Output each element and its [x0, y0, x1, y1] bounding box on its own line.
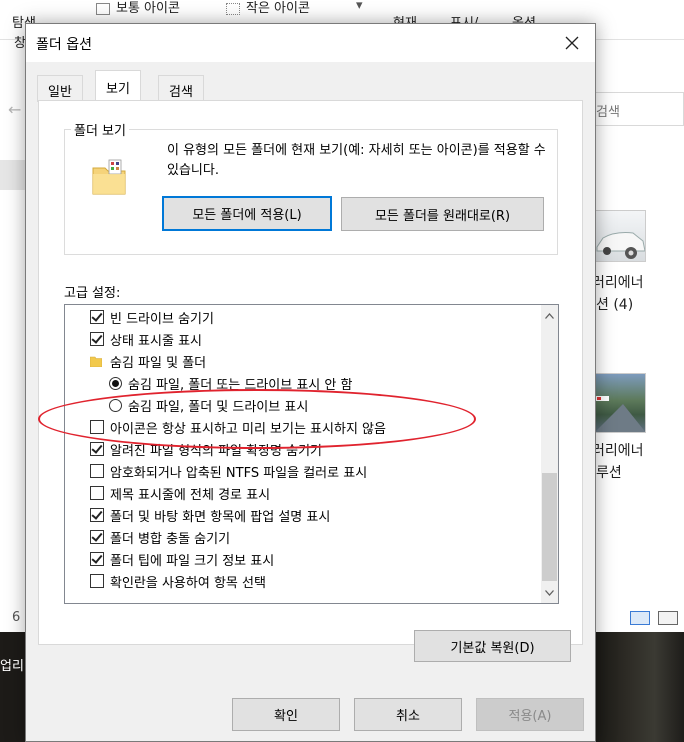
checkbox[interactable] — [90, 420, 104, 434]
taskbar-left — [0, 632, 26, 742]
dialog-titlebar[interactable]: 폴더 옵션 — [26, 24, 595, 62]
desktop-wallpaper-strip — [596, 632, 684, 742]
file1-name-line1[interactable]: 러리에너 — [592, 272, 644, 292]
normal-icons-label: 보통 아이콘 — [116, 1, 180, 16]
setting-show-status-bar[interactable]: 상태 표시줄 표시 — [90, 328, 202, 350]
advanced-settings-label: 고급 설정: — [64, 286, 121, 301]
small-icons-icon — [226, 2, 240, 15]
folder-view-icon — [92, 159, 126, 195]
tab-view-label: 보기 — [106, 82, 130, 97]
checkbox[interactable] — [90, 508, 104, 522]
checkbox[interactable] — [90, 310, 104, 324]
normal-icons-option[interactable]: 보통 아이콘 — [96, 0, 180, 16]
small-icons-option[interactable]: 작은 아이콘 — [226, 0, 310, 16]
checkbox[interactable] — [90, 574, 104, 588]
setting-hide-extensions[interactable]: 알려진 파일 형식의 파일 확장명 숨기기 — [90, 438, 322, 460]
setting-label: 상태 표시줄 표시 — [110, 333, 202, 349]
folder-options-dialog: 폴더 옵션 일반 보기 검색 폴더 보기 이 유형의 모든 폴더에 현재 보기(… — [25, 23, 596, 742]
file1-name-line2[interactable]: 션 (4) — [596, 294, 633, 314]
nav-pane-selection — [0, 160, 26, 190]
explorer-search-box[interactable]: 검색 — [583, 92, 684, 126]
setting-hidden-show[interactable]: 숨김 파일, 폴더 및 드라이브 표시 — [109, 394, 308, 416]
file-thumbnail-road[interactable] — [592, 373, 646, 433]
checkbox[interactable] — [90, 530, 104, 544]
tab-general-label: 일반 — [48, 85, 72, 100]
tab-general[interactable]: 일반 — [37, 75, 83, 102]
radio-button[interactable] — [109, 398, 122, 412]
scroll-up-icon[interactable] — [541, 307, 558, 324]
upload-label: 업리 — [0, 659, 24, 674]
setting-full-path-title[interactable]: 제목 표시줄에 전체 경로 표시 — [90, 482, 270, 504]
checkbox[interactable] — [90, 486, 104, 500]
setting-folder-tips-size[interactable]: 폴더 팁에 파일 크기 정보 표시 — [90, 548, 274, 570]
setting-label: 폴더 병합 충돌 숨기기 — [110, 531, 231, 547]
checkbox[interactable] — [90, 552, 104, 566]
setting-color-ntfs[interactable]: 암호화되거나 압축된 NTFS 파일을 컬러로 표시 — [90, 460, 367, 482]
setting-label: 암호화되거나 압축된 NTFS 파일을 컬러로 표시 — [110, 465, 368, 481]
setting-label: 알려진 파일 형식의 파일 확장명 숨기기 — [110, 443, 323, 459]
checkbox[interactable] — [90, 464, 104, 478]
setting-label: 숨김 파일 및 폴더 — [110, 355, 207, 371]
normal-icons-icon — [96, 2, 110, 15]
setting-popup-descriptions[interactable]: 폴더 및 바탕 화면 항목에 팝업 설명 표시 — [90, 504, 330, 526]
folder-icon — [90, 356, 102, 367]
folder-view-description: 이 유형의 모든 폴더에 현재 보기(예: 자세히 또는 아이콘)를 적용할 수… — [167, 143, 546, 178]
setting-hide-merge-conflicts[interactable]: 폴더 병합 충돌 숨기기 — [90, 526, 230, 548]
close-button[interactable] — [549, 24, 595, 62]
setting-label: 폴더 및 바탕 화면 항목에 팝업 설명 표시 — [110, 509, 331, 525]
setting-use-checkboxes[interactable]: 확인란을 사용하여 항목 선택 — [90, 570, 266, 592]
dialog-title: 폴더 옵션 — [36, 37, 92, 53]
small-icons-label: 작은 아이콘 — [246, 1, 310, 16]
tab-search-label: 검색 — [169, 85, 193, 100]
checkbox[interactable] — [90, 332, 104, 346]
restore-defaults-button[interactable]: 기본값 복원(D) — [414, 630, 571, 662]
setting-label: 빈 드라이브 숨기기 — [110, 311, 214, 327]
large-icons-view-icon[interactable] — [658, 611, 678, 625]
layout-dropdown-icon[interactable]: ▾ — [356, 0, 363, 13]
tab-search[interactable]: 검색 — [158, 75, 204, 102]
apply-button[interactable]: 적용(A) — [476, 698, 584, 731]
setting-label: 폴더 팁에 파일 크기 정보 표시 — [110, 553, 275, 569]
view-tab-panel: 폴더 보기 이 유형의 모든 폴더에 현재 보기(예: 자세히 또는 아이콘)를… — [38, 100, 583, 662]
file2-name-line2[interactable]: 루션 — [596, 462, 622, 482]
file2-name-line1[interactable]: 러리에너 — [592, 440, 644, 460]
file-thumbnail-car[interactable] — [592, 210, 646, 262]
scroll-down-icon[interactable] — [541, 584, 558, 601]
details-view-icon[interactable] — [630, 611, 650, 625]
status-item-count: 6 — [12, 610, 21, 625]
folder-view-legend: 폴더 보기 — [71, 120, 129, 139]
radio-button[interactable] — [109, 376, 122, 390]
setting-label: 제목 표시줄에 전체 경로 표시 — [110, 487, 271, 503]
advanced-settings-list[interactable]: 빈 드라이브 숨기기 상태 표시줄 표시 숨김 파일 및 폴더 숨김 파일, 폴… — [64, 304, 559, 604]
ok-button[interactable]: 확인 — [232, 698, 340, 731]
setting-label: 확인란을 사용하여 항목 선택 — [110, 575, 266, 591]
setting-label: 숨김 파일, 폴더 또는 드라이브 표시 안 함 — [128, 377, 353, 393]
setting-always-show-icons[interactable]: 아이콘은 항상 표시하고 미리 보기는 표시하지 않음 — [90, 416, 386, 438]
view-toggle-icons — [628, 608, 684, 630]
close-icon — [565, 36, 579, 50]
cancel-button[interactable]: 취소 — [354, 698, 462, 731]
list-scrollbar[interactable] — [541, 305, 558, 603]
checkbox[interactable] — [90, 442, 104, 456]
setting-hide-empty-drives[interactable]: 빈 드라이브 숨기기 — [90, 306, 214, 328]
apply-to-all-folders-button[interactable]: 모든 폴더에 적용(L) — [162, 196, 332, 231]
tab-view[interactable]: 보기 — [95, 70, 141, 100]
reset-all-folders-button[interactable]: 모든 폴더를 원래대로(R) — [341, 197, 544, 231]
folder-view-group: 폴더 보기 이 유형의 모든 폴더에 현재 보기(예: 자세히 또는 아이콘)를… — [64, 120, 558, 255]
setting-hidden-dont-show[interactable]: 숨김 파일, 폴더 또는 드라이브 표시 안 함 — [109, 372, 352, 394]
setting-label: 숨김 파일, 폴더 및 드라이브 표시 — [128, 399, 309, 415]
setting-label: 아이콘은 항상 표시하고 미리 보기는 표시하지 않음 — [110, 421, 386, 437]
scroll-thumb[interactable] — [542, 473, 557, 581]
explorer-search-placeholder: 검색 — [596, 105, 620, 120]
back-arrow-icon[interactable]: ← — [8, 100, 21, 119]
setting-group-hidden-files: 숨김 파일 및 폴더 — [90, 350, 206, 372]
